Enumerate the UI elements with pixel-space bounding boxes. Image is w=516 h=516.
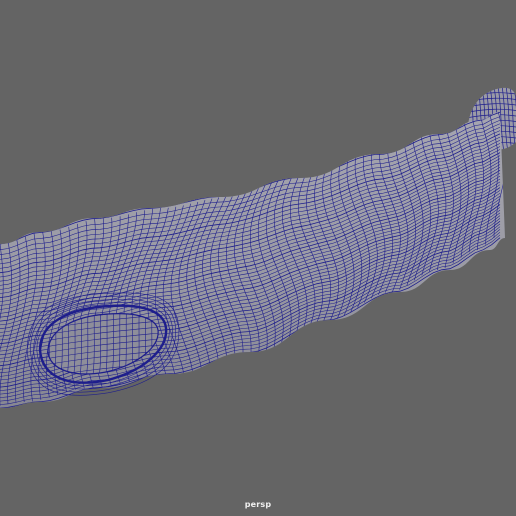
3d-viewport[interactable]: persp — [0, 0, 516, 516]
mesh-render[interactable] — [0, 0, 516, 516]
camera-label: persp — [244, 500, 272, 509]
